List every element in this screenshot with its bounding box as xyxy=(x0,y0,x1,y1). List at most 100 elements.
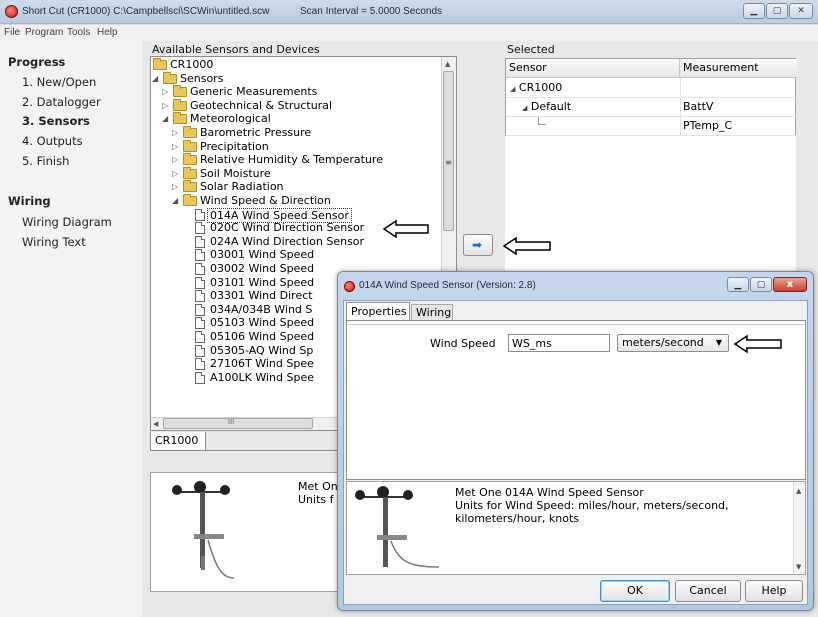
add-sensor-button[interactable]: ➡ xyxy=(463,234,493,256)
help-button[interactable]: Help xyxy=(745,580,803,602)
tree-item-label: Sensors xyxy=(180,71,224,85)
document-icon xyxy=(195,317,205,330)
document-icon xyxy=(195,290,205,303)
properties-divider xyxy=(349,324,803,325)
collapsed-triangle-icon[interactable]: ▷ xyxy=(172,140,178,153)
scroll-down-icon[interactable]: ▼ xyxy=(796,563,801,571)
expanded-triangle-icon: ◢ xyxy=(510,85,516,93)
folder-icon xyxy=(183,166,197,179)
sensor-cell: Default xyxy=(530,100,572,113)
step-sensors[interactable]: 3. Sensors xyxy=(22,114,90,128)
description-line: Met On xyxy=(298,480,338,493)
tree-item-label: 03301 Wind Direct xyxy=(210,289,313,303)
document-icon xyxy=(195,208,205,221)
tree-horizontal-scroll-thumb[interactable] xyxy=(163,418,313,429)
measurement-cell[interactable]: PTemp_C xyxy=(683,119,732,132)
row-divider xyxy=(506,97,797,98)
scroll-up-icon[interactable]: ▲ xyxy=(445,60,450,68)
document-icon xyxy=(195,358,205,371)
menu-tools[interactable]: Tools xyxy=(67,27,90,38)
cancel-button[interactable]: Cancel xyxy=(675,580,741,602)
tree-item-label: Geotechnical & Structural xyxy=(190,98,333,112)
menu-bar: File Program Tools Help xyxy=(0,25,818,41)
collapsed-triangle-icon[interactable]: ▷ xyxy=(172,180,178,193)
wiring-text-link[interactable]: Wiring Text xyxy=(22,235,86,249)
expanded-triangle-icon[interactable]: ◢ xyxy=(162,112,168,125)
wind-speed-input[interactable] xyxy=(508,334,610,352)
collapsed-triangle-icon[interactable]: ▷ xyxy=(172,126,178,139)
menu-program[interactable]: Program xyxy=(25,27,63,38)
tree-item-label: 034A/034B Wind S xyxy=(210,302,313,316)
dialog-title: 014A Wind Speed Sensor (Version: 2.8) xyxy=(359,280,536,291)
column-header-sensor[interactable]: Sensor xyxy=(506,59,680,78)
collapsed-triangle-icon[interactable]: ▷ xyxy=(172,167,178,180)
selected-table: Sensor Measurement ◢ CR1000 ◢ Default Ba… xyxy=(505,58,797,136)
scroll-left-icon[interactable]: ◀ xyxy=(153,420,158,428)
ok-button[interactable]: OK xyxy=(600,580,670,602)
maximize-button[interactable]: ▢ xyxy=(766,3,788,19)
collapsed-triangle-icon[interactable]: ▷ xyxy=(162,85,168,98)
menu-file[interactable]: File xyxy=(4,27,20,38)
annotation-arrow-icon xyxy=(733,334,782,354)
folder-icon xyxy=(183,139,197,152)
scroll-grip-label: III xyxy=(228,418,235,426)
progress-heading: Progress xyxy=(8,55,66,69)
column-divider xyxy=(680,78,681,136)
units-selected-value: meters/second xyxy=(622,336,704,349)
scroll-up-icon[interactable]: ▲ xyxy=(796,487,801,495)
wiring-heading: Wiring xyxy=(8,194,51,208)
tree-item-label: 03001 Wind Speed xyxy=(210,248,315,262)
minimize-icon: ▁ xyxy=(750,6,758,16)
folder-icon xyxy=(173,98,187,111)
minimize-button[interactable]: ▁ xyxy=(743,3,765,19)
minimize-icon: ▁ xyxy=(734,280,742,290)
dialog-maximize-button[interactable]: ▢ xyxy=(750,277,772,292)
document-icon xyxy=(195,303,205,316)
sensor-description-partial: Met On Units f xyxy=(298,480,338,506)
menu-help[interactable]: Help xyxy=(97,27,118,38)
maximize-icon: ▢ xyxy=(756,280,766,290)
collapsed-triangle-icon[interactable]: ▷ xyxy=(162,99,168,112)
step-finish[interactable]: 5. Finish xyxy=(22,154,69,168)
dialog-minimize-button[interactable]: ▁ xyxy=(727,277,749,292)
tree-vertical-scroll-thumb[interactable] xyxy=(443,71,454,231)
tree-item-label: Meteorological xyxy=(190,112,271,126)
folder-icon xyxy=(183,153,197,166)
tab-properties[interactable]: Properties xyxy=(346,302,410,320)
close-icon: x xyxy=(786,279,794,290)
tree-connector xyxy=(538,117,546,125)
tree-item-label: 27106T Wind Spee xyxy=(210,357,314,371)
expanded-triangle-icon[interactable]: ◢ xyxy=(172,194,178,207)
folder-icon xyxy=(163,71,177,84)
units-select[interactable]: meters/second ▼ xyxy=(617,334,729,352)
expanded-triangle-icon[interactable]: ◢ xyxy=(152,72,158,85)
step-new-open[interactable]: 1. New/Open xyxy=(22,75,96,89)
table-row[interactable]: ◢ CR1000 xyxy=(510,81,562,94)
description-scrollbar[interactable] xyxy=(793,482,805,574)
dialog-close-button[interactable]: x xyxy=(773,277,807,292)
tree-item-label: Soil Moisture xyxy=(200,166,271,180)
description-line: Units f xyxy=(298,493,334,506)
scroll-grip-icon: ≡ xyxy=(445,158,452,167)
description-line: kilometers/hour, knots xyxy=(455,512,580,525)
collapsed-triangle-icon[interactable]: ▷ xyxy=(172,153,178,166)
tree-item-label: Relative Humidity & Temperature xyxy=(200,153,383,167)
tree-item-label: 03101 Wind Speed xyxy=(210,275,315,289)
close-button[interactable]: ✕ xyxy=(789,3,813,19)
table-row[interactable]: ◢ Default xyxy=(522,100,571,113)
measurement-cell[interactable]: BattV xyxy=(683,100,713,113)
row-divider xyxy=(506,135,797,136)
wiring-diagram-link[interactable]: Wiring Diagram xyxy=(22,215,112,229)
tree-item-label: 03002 Wind Speed xyxy=(210,262,315,275)
tab-cr1000[interactable]: CR1000 xyxy=(150,432,206,451)
folder-icon xyxy=(183,194,197,206)
column-header-measurement[interactable]: Measurement xyxy=(680,59,797,78)
window-title: Short Cut (CR1000) C:\Campbellsci\SCWin\… xyxy=(22,6,270,17)
document-icon xyxy=(195,371,205,384)
document-icon xyxy=(195,235,205,248)
step-datalogger[interactable]: 2. Datalogger xyxy=(22,95,101,109)
folder-icon xyxy=(183,180,197,193)
tab-wiring[interactable]: Wiring xyxy=(411,304,453,320)
step-outputs[interactable]: 4. Outputs xyxy=(22,134,83,148)
row-divider xyxy=(506,116,797,117)
